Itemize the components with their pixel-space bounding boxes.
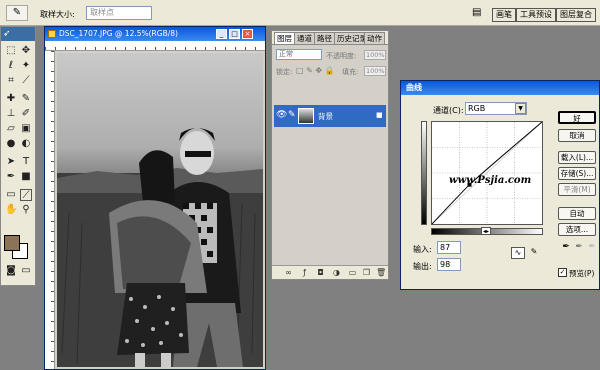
white-eyedropper-icon[interactable]: ✒ — [587, 241, 597, 253]
ruler-horizontal[interactable] — [45, 41, 265, 51]
blend-mode-select[interactable]: 正常 — [276, 49, 322, 60]
eraser-icon[interactable]: ▱ — [5, 123, 17, 135]
crop-icon[interactable]: ⌗ — [5, 75, 17, 87]
photo-couple — [57, 128, 263, 367]
gradient-flip-icon[interactable]: ◂▸ — [481, 227, 491, 235]
minimize-button[interactable]: _ — [216, 29, 227, 39]
tab-actions[interactable]: 动作 — [364, 32, 385, 44]
curve-plot — [431, 121, 543, 225]
new-group-icon[interactable]: ▭ — [348, 268, 357, 277]
zoom-icon[interactable]: ⚲ — [20, 204, 32, 216]
hand-icon[interactable]: ✋ — [5, 204, 17, 216]
history-brush-icon[interactable]: ✐ — [20, 108, 32, 120]
stamp-icon[interactable]: ⊥ — [5, 108, 17, 120]
channel-label: 通道(C): — [433, 106, 464, 115]
layer-mask-icon[interactable]: ◘ — [316, 268, 325, 277]
preview-checkbox[interactable]: ✓ — [558, 268, 567, 277]
document-window: DSC_1707.JPG @ 12.5%(RGB/8) _ □ × — [44, 26, 266, 370]
layers-panel-footer: ∞ ƒ ◘ ◑ ▭ ❐ 🗑 — [272, 265, 388, 279]
watermark: www.Psjia.com — [449, 175, 532, 186]
fill-label: 填充: — [342, 68, 359, 76]
layer-row-background[interactable]: 👁 ✎ 背景 ■ — [274, 105, 386, 127]
marquee-icon[interactable]: ⬚ — [5, 45, 17, 57]
ruler-vertical[interactable] — [45, 51, 55, 369]
visibility-eye-icon[interactable]: 👁 — [276, 110, 287, 120]
path-select-icon[interactable]: ➤ — [5, 156, 17, 168]
sample-size-label: 取样大小: — [40, 10, 75, 19]
adjustment-layer-icon[interactable]: ◑ — [332, 268, 341, 277]
layer-style-icon[interactable]: ƒ — [300, 268, 309, 277]
slice-icon[interactable]: ⟋ — [20, 75, 32, 87]
move-icon[interactable]: ✥ — [20, 45, 32, 57]
image-canvas[interactable] — [57, 53, 263, 367]
trash-icon[interactable]: 🗑 — [376, 268, 386, 277]
layers-panel: 图层 通道 路径 历史记录 动作 正常 不透明度: 100% 锁定: □ ✎ ✥… — [271, 30, 389, 280]
fill-field[interactable]: 100% — [364, 66, 386, 76]
chevron-down-icon[interactable]: ▼ — [515, 103, 526, 114]
tab-tool-presets[interactable]: 工具预设 — [516, 8, 556, 22]
sample-size-select[interactable]: 取样点 — [86, 6, 152, 20]
options-bar: ✎ 取样大小: 取样点 ▤ 画笔 工具预设 图层复合 — [0, 0, 600, 26]
toolbox-header: ➶ — [1, 27, 35, 41]
input-label: 输入: — [413, 245, 432, 254]
black-eyedropper-icon[interactable]: ✒ — [561, 241, 571, 253]
tab-layer-comps[interactable]: 图层复合 — [556, 8, 596, 22]
type-icon[interactable]: T — [20, 156, 32, 168]
input-field[interactable]: 87 — [437, 241, 461, 254]
curves-dialog: 曲线 通道(C): RGB ▼ www.Psjia.com ◂▸ 输入: 87 … — [400, 80, 600, 290]
lock-label: 锁定: — [276, 68, 293, 76]
tab-paths[interactable]: 路径 — [314, 32, 335, 44]
quick-mask-icon[interactable]: ◙ — [5, 265, 17, 277]
layer-lock-icon: ■ — [376, 111, 383, 119]
smooth-button[interactable]: 平滑(M) — [558, 183, 596, 196]
toolbox: ➶ ⬚ ✥ ℓ ✦ ⌗ ⟋ ✚ ✎ ⊥ ✐ ▱ ▣ ● ◐ ➤ T ✒ ■ ▭ … — [0, 26, 36, 286]
lasso-icon[interactable]: ℓ — [5, 60, 17, 72]
auto-button[interactable]: 自动 — [558, 207, 596, 220]
dodge-icon[interactable]: ◐ — [20, 138, 32, 150]
save-button[interactable]: 存储(S)... — [558, 167, 596, 180]
pencil-mode-icon[interactable]: ✎ — [527, 247, 541, 259]
tab-brushes[interactable]: 画笔 — [492, 8, 516, 22]
magic-wand-icon[interactable]: ✦ — [20, 60, 32, 72]
pen-icon[interactable]: ✒ — [5, 171, 17, 183]
curves-graph[interactable] — [431, 121, 543, 225]
maximize-button[interactable]: □ — [229, 29, 240, 39]
layer-name: 背景 — [318, 112, 333, 121]
layers-panel-tabs: 图层 通道 路径 历史记录 动作 — [272, 31, 388, 45]
tab-layers[interactable]: 图层 — [274, 32, 295, 44]
link-layers-icon[interactable]: ∞ — [284, 268, 293, 277]
brush-link-icon: ✎ — [288, 110, 296, 120]
close-button[interactable]: × — [242, 29, 253, 39]
layer-thumbnail — [298, 108, 314, 124]
shape-icon[interactable]: ■ — [20, 171, 32, 183]
lock-icons[interactable]: □ ✎ ✥ 🔒 — [296, 66, 335, 75]
blur-icon[interactable]: ● — [5, 138, 17, 150]
cancel-button[interactable]: 取消 — [558, 129, 596, 142]
feather-logo-icon: ➶ — [3, 29, 11, 39]
load-button[interactable]: 载入(L)... — [558, 151, 596, 164]
notes-icon[interactable]: ▭ — [5, 189, 17, 201]
foreground-color-swatch[interactable] — [4, 235, 20, 251]
opacity-label: 不透明度: — [326, 52, 357, 60]
brush-icon[interactable]: ✎ — [20, 93, 32, 105]
tab-channels[interactable]: 通道 — [294, 32, 315, 44]
eyedropper-tool-preset-icon[interactable]: ✎ — [6, 5, 28, 21]
curve-mode-icon[interactable]: ∿ — [511, 247, 525, 259]
screen-mode-icon[interactable]: ▭ — [20, 265, 32, 277]
output-label: 输出: — [413, 262, 432, 271]
curves-dialog-title[interactable]: 曲线 — [401, 81, 599, 95]
eyedropper-icon[interactable]: ⟋ — [20, 189, 32, 201]
output-field[interactable]: 98 — [437, 258, 461, 271]
gradient-icon[interactable]: ▣ — [20, 123, 32, 135]
healing-icon[interactable]: ✚ — [5, 93, 17, 105]
options-button[interactable]: 选项... — [558, 223, 596, 236]
gray-eyedropper-icon[interactable]: ✒ — [574, 241, 584, 253]
new-layer-icon[interactable]: ❐ — [362, 268, 371, 277]
opacity-field[interactable]: 100% — [364, 50, 386, 60]
document-icon — [48, 30, 56, 38]
palette-well-icon[interactable]: ▤ — [472, 7, 486, 19]
output-gradient-bar — [421, 121, 427, 225]
preview-label: 预览(P) — [569, 269, 595, 278]
ok-button[interactable]: 好 — [558, 111, 596, 124]
